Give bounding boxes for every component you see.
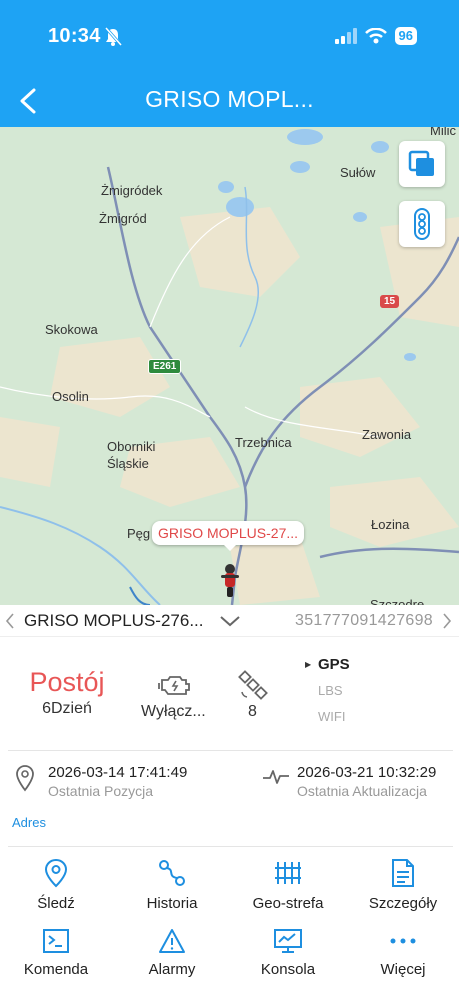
more-button[interactable]: Więcej bbox=[353, 928, 453, 978]
details-button[interactable]: Szczegóły bbox=[353, 858, 453, 912]
pulse-icon bbox=[263, 770, 289, 784]
device-selector-bar: GRISO MOPLUS-276... 351777091427698 bbox=[0, 605, 459, 637]
action-label: Komenda bbox=[23, 961, 89, 978]
geofence-icon bbox=[275, 862, 301, 884]
geofence-button[interactable]: Geo-strefa bbox=[238, 858, 338, 912]
address-link[interactable]: Adres bbox=[12, 815, 46, 830]
location-pin-icon bbox=[44, 858, 68, 888]
previous-device-icon[interactable] bbox=[4, 611, 16, 631]
history-button[interactable]: Historia bbox=[122, 858, 222, 912]
monitor-icon bbox=[274, 929, 302, 953]
last-update-time: 2026-03-21 10:32:29 bbox=[297, 764, 437, 781]
status-duration: 6Dzień bbox=[42, 700, 92, 717]
divider bbox=[8, 846, 453, 847]
road-badge: E261 bbox=[148, 359, 182, 374]
traffic-light-icon bbox=[414, 208, 430, 240]
divider bbox=[8, 750, 453, 751]
satellite-count: 8 bbox=[248, 703, 257, 720]
bell-off-icon bbox=[104, 27, 122, 46]
terminal-icon bbox=[43, 929, 69, 953]
action-label: Alarmy bbox=[148, 961, 196, 978]
map-place-label: Milic bbox=[430, 127, 456, 138]
next-device-icon[interactable] bbox=[441, 611, 453, 631]
page-title: GRISO MOPL... bbox=[145, 86, 314, 112]
engine-status: Wyłącz... bbox=[141, 703, 206, 720]
map-place-label: Osolin bbox=[52, 389, 89, 404]
motion-status: Postój bbox=[29, 667, 105, 697]
app-header: 10:34 96 GRISO MOPL... bbox=[0, 0, 459, 127]
action-label: Geo-strefa bbox=[252, 895, 324, 912]
action-label: Szczegóły bbox=[368, 895, 438, 912]
document-icon bbox=[392, 859, 414, 887]
traffic-toggle-button[interactable] bbox=[399, 201, 445, 247]
map-place-label: Skokowa bbox=[45, 322, 98, 337]
location-mode-gps: GPS bbox=[318, 656, 350, 673]
map-place-label: Sułów bbox=[340, 165, 376, 180]
active-mode-bullet-icon: ▶ bbox=[305, 660, 312, 669]
map-place-label: Pęg bbox=[127, 526, 151, 541]
battery-level: 96 bbox=[394, 27, 417, 45]
location-mode-lbs: LBS bbox=[318, 683, 343, 698]
warning-icon bbox=[159, 929, 185, 953]
satellite-icon bbox=[238, 670, 268, 700]
map-place-label: Łozina bbox=[371, 517, 410, 532]
signal-icon bbox=[334, 28, 357, 44]
device-name[interactable]: GRISO MOPLUS-276... bbox=[24, 611, 204, 631]
map-place-label: Żmigródek bbox=[101, 183, 163, 198]
last-position-label: Ostatnia Pozycja bbox=[48, 783, 154, 799]
engine-icon bbox=[158, 676, 190, 695]
last-position-time: 2026-03-14 17:41:49 bbox=[48, 764, 188, 781]
device-callout[interactable]: GRISO MOPLUS-27... bbox=[152, 521, 305, 551]
layers-icon bbox=[408, 150, 434, 176]
map-place-label: Trzebnica bbox=[235, 435, 292, 450]
wifi-icon bbox=[364, 28, 387, 44]
alarms-button[interactable]: Alarmy bbox=[122, 928, 222, 978]
last-update-label: Ostatnia Aktualizacja bbox=[297, 783, 427, 799]
map-place-label: Oborniki bbox=[107, 439, 156, 454]
map-place-label: Żmigród bbox=[99, 211, 147, 226]
command-button[interactable]: Komenda bbox=[6, 928, 106, 978]
motorcycle-marker-icon[interactable] bbox=[219, 561, 241, 599]
map-layers-button[interactable] bbox=[399, 141, 445, 187]
map-view[interactable]: Milic Sułów Żmigródek Żmigród Skokowa Os… bbox=[0, 127, 459, 605]
action-label: Historia bbox=[146, 895, 198, 912]
console-button[interactable]: Konsola bbox=[238, 928, 338, 978]
device-imei: 351777091427698 bbox=[295, 612, 433, 629]
chevron-down-icon[interactable] bbox=[218, 613, 242, 629]
route-icon bbox=[159, 860, 185, 886]
road-badge: 15 bbox=[380, 295, 400, 308]
action-label: Śledź bbox=[37, 895, 75, 912]
map-place-label: Śląskie bbox=[107, 456, 149, 471]
action-label: Konsola bbox=[260, 961, 316, 978]
map-place-label: Zawonia bbox=[362, 427, 412, 442]
status-indicators: 96 bbox=[334, 27, 417, 45]
more-icon bbox=[390, 938, 416, 944]
location-mode-wifi: WIFI bbox=[318, 709, 346, 724]
map-place-label: Szczodre bbox=[370, 597, 425, 605]
location-pin-icon bbox=[16, 765, 34, 792]
track-button[interactable]: Śledź bbox=[6, 858, 106, 912]
status-time: 10:34 bbox=[48, 25, 101, 47]
action-label: Więcej bbox=[380, 961, 426, 978]
